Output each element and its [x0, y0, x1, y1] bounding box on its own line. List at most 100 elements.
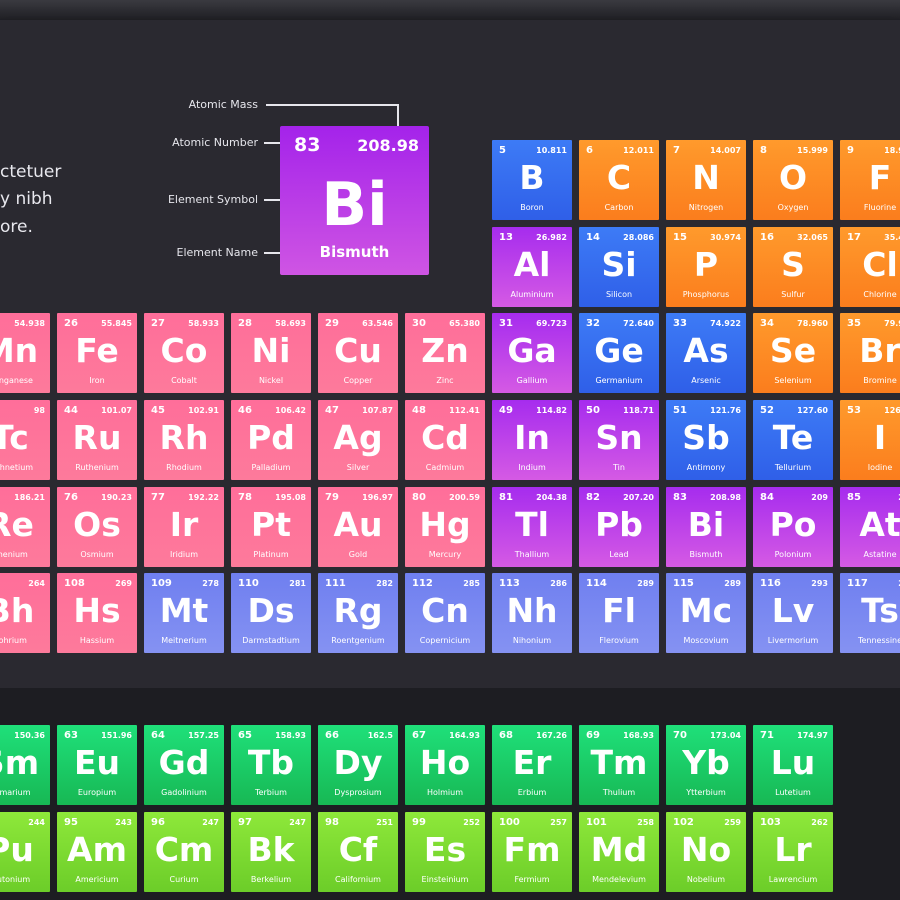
element-tile-ir[interactable]: 77 192.22 Ir Iridium [144, 487, 224, 567]
element-tile-cl[interactable]: 17 35.453 Cl Chlorine [840, 227, 900, 307]
key-atomic-mass: 208.98 [357, 136, 419, 155]
element-symbol: Yb [682, 743, 730, 782]
element-name: Roentgenium [331, 636, 385, 645]
element-tile-si[interactable]: 14 28.086 Si Silicon [579, 227, 659, 307]
element-tile-co[interactable]: 27 58.933 Co Cobalt [144, 313, 224, 393]
element-symbol: Ag [333, 418, 383, 457]
element-tile-pb[interactable]: 82 207.20 Pb Lead [579, 487, 659, 567]
element-tile-sn[interactable]: 50 118.71 Sn Tin [579, 400, 659, 480]
element-tile-md[interactable]: 101 258 Md Mendelevium [579, 812, 659, 892]
element-tile-c[interactable]: 6 12.011 C Carbon [579, 140, 659, 220]
element-tile-tm[interactable]: 69 168.93 Tm Thulium [579, 725, 659, 805]
element-tile-er[interactable]: 68 167.26 Er Erbium [492, 725, 572, 805]
element-symbol: Hg [419, 505, 471, 544]
element-name: Phosphorus [682, 290, 730, 299]
element-tile-eu[interactable]: 63 151.96 Eu Europium [57, 725, 137, 805]
element-tile-cm[interactable]: 96 247 Cm Curium [144, 812, 224, 892]
element-tile-cd[interactable]: 48 112.41 Cd Cadmium [405, 400, 485, 480]
element-tile-mt[interactable]: 109 278 Mt Meitnerium [144, 573, 224, 653]
element-tile-tb[interactable]: 65 158.93 Tb Terbium [231, 725, 311, 805]
element-symbol: Co [160, 331, 208, 370]
element-name: Copernicium [419, 636, 471, 645]
element-tile-yb[interactable]: 70 173.04 Yb Ytterbium [666, 725, 746, 805]
element-tile-in[interactable]: 49 114.82 In Indium [492, 400, 572, 480]
element-tile-ag[interactable]: 47 107.87 Ag Silver [318, 400, 398, 480]
element-tile-ds[interactable]: 110 281 Ds Darmstadtium [231, 573, 311, 653]
element-tile-lu[interactable]: 71 174.97 Lu Lutetium [753, 725, 833, 805]
element-tile-al[interactable]: 13 26.982 Al Aluminium [492, 227, 572, 307]
element-tile-at[interactable]: 85210AtAstatine [840, 487, 900, 567]
element-name: Gallium [516, 376, 548, 385]
element-tile-gd[interactable]: 64 157.25 Gd Gadolinium [144, 725, 224, 805]
element-tile-f[interactable]: 9 18.998 F Fluorine [840, 140, 900, 220]
element-tile-pd[interactable]: 46 106.42 Pd Palladium [231, 400, 311, 480]
element-tile-bi[interactable]: 83 208.98 Bi Bismuth [666, 487, 746, 567]
element-tile-rh[interactable]: 45 102.91 Rh Rhodium [144, 400, 224, 480]
element-symbol: Er [512, 743, 552, 782]
element-tile-ge[interactable]: 32 72.640 Ge Germanium [579, 313, 659, 393]
element-tile-rg[interactable]: 111 282 Rg Roentgenium [318, 573, 398, 653]
element-tile-ts[interactable]: 117294TsTennessine [840, 573, 900, 653]
atomic-number: 99 [412, 817, 426, 828]
element-tile-hg[interactable]: 80 200.59 Hg Mercury [405, 487, 485, 567]
element-tile-pu[interactable]: 94244PuPlutonium [0, 812, 50, 892]
element-tile-es[interactable]: 99 252 Es Einsteinium [405, 812, 485, 892]
element-tile-br[interactable]: 35 79.904 Br Bromine [840, 313, 900, 393]
element-tile-te[interactable]: 52 127.60 Te Tellurium [753, 400, 833, 480]
element-tile-ho[interactable]: 67 164.93 Ho Holmium [405, 725, 485, 805]
element-tile-bk[interactable]: 97 247 Bk Berkelium [231, 812, 311, 892]
legend-element-name-label: Element Name [176, 246, 259, 259]
element-tile-o[interactable]: 8 15.999 O Oxygen [753, 140, 833, 220]
element-tile-fl[interactable]: 114 289 Fl Flerovium [579, 573, 659, 653]
element-tile-as[interactable]: 33 74.922 As Arsenic [666, 313, 746, 393]
element-tile-ni[interactable]: 28 58.693 Ni Nickel [231, 313, 311, 393]
element-tile-hs[interactable]: 108 269 Hs Hassium [57, 573, 137, 653]
element-symbol: As [683, 331, 729, 370]
atomic-mass: 78.960 [797, 319, 828, 328]
element-tile-lv[interactable]: 116 293 Lv Livermorium [753, 573, 833, 653]
element-tile-fe[interactable]: 26 55.845 Fe Iron [57, 313, 137, 393]
element-tile-no[interactable]: 102 259 No Nobelium [666, 812, 746, 892]
element-tile-s[interactable]: 16 32.065 S Sulfur [753, 227, 833, 307]
element-symbol: Bk [247, 830, 295, 869]
element-tile-bh[interactable]: 107264BhBohrium [0, 573, 50, 653]
atomic-mass: 63.546 [362, 319, 393, 328]
element-tile-mn[interactable]: 2554.938MnManganese [0, 313, 50, 393]
element-tile-cn[interactable]: 112 285 Cn Copernicium [405, 573, 485, 653]
element-tile-i[interactable]: 53 126.90 I Iodine [840, 400, 900, 480]
element-tile-zn[interactable]: 30 65.380 Zn Zinc [405, 313, 485, 393]
element-tile-mc[interactable]: 115 289 Mc Moscovium [666, 573, 746, 653]
element-symbol: Fe [75, 331, 119, 370]
element-symbol: Tc [0, 418, 29, 457]
atomic-number: 82 [586, 492, 600, 503]
element-name: Erbium [517, 788, 547, 797]
atomic-number: 32 [586, 318, 600, 329]
element-name: Ruthenium [75, 463, 119, 472]
element-tile-pt[interactable]: 78 195.08 Pt Platinum [231, 487, 311, 567]
atomic-mass: 72.640 [623, 319, 654, 328]
element-tile-tl[interactable]: 81 204.38 Tl Thallium [492, 487, 572, 567]
element-tile-n[interactable]: 7 14.007 N Nitrogen [666, 140, 746, 220]
element-tile-tc[interactable]: 4398TcTechnetium [0, 400, 50, 480]
element-tile-p[interactable]: 15 30.974 P Phosphorus [666, 227, 746, 307]
element-tile-lr[interactable]: 103 262 Lr Lawrencium [753, 812, 833, 892]
element-tile-po[interactable]: 84 209 Po Polonium [753, 487, 833, 567]
element-tile-os[interactable]: 76 190.23 Os Osmium [57, 487, 137, 567]
element-tile-fm[interactable]: 100 257 Fm Fermium [492, 812, 572, 892]
element-tile-au[interactable]: 79 196.97 Au Gold [318, 487, 398, 567]
element-symbol: Lu [770, 743, 816, 782]
element-tile-am[interactable]: 95 243 Am Americium [57, 812, 137, 892]
element-tile-nh[interactable]: 113 286 Nh Nihonium [492, 573, 572, 653]
atomic-mass: 121.76 [710, 406, 741, 415]
atomic-number: 27 [151, 318, 165, 329]
element-tile-se[interactable]: 34 78.960 Se Selenium [753, 313, 833, 393]
element-tile-sm[interactable]: 62150.36SmSamarium [0, 725, 50, 805]
element-tile-dy[interactable]: 66 162.5 Dy Dysprosium [318, 725, 398, 805]
element-tile-cf[interactable]: 98 251 Cf Californium [318, 812, 398, 892]
element-tile-re[interactable]: 75186.21ReRhenium [0, 487, 50, 567]
element-tile-cu[interactable]: 29 63.546 Cu Copper [318, 313, 398, 393]
element-tile-b[interactable]: 5 10.811 B Boron [492, 140, 572, 220]
element-tile-sb[interactable]: 51 121.76 Sb Antimony [666, 400, 746, 480]
element-tile-ga[interactable]: 31 69.723 Ga Gallium [492, 313, 572, 393]
element-tile-ru[interactable]: 44 101.07 Ru Ruthenium [57, 400, 137, 480]
